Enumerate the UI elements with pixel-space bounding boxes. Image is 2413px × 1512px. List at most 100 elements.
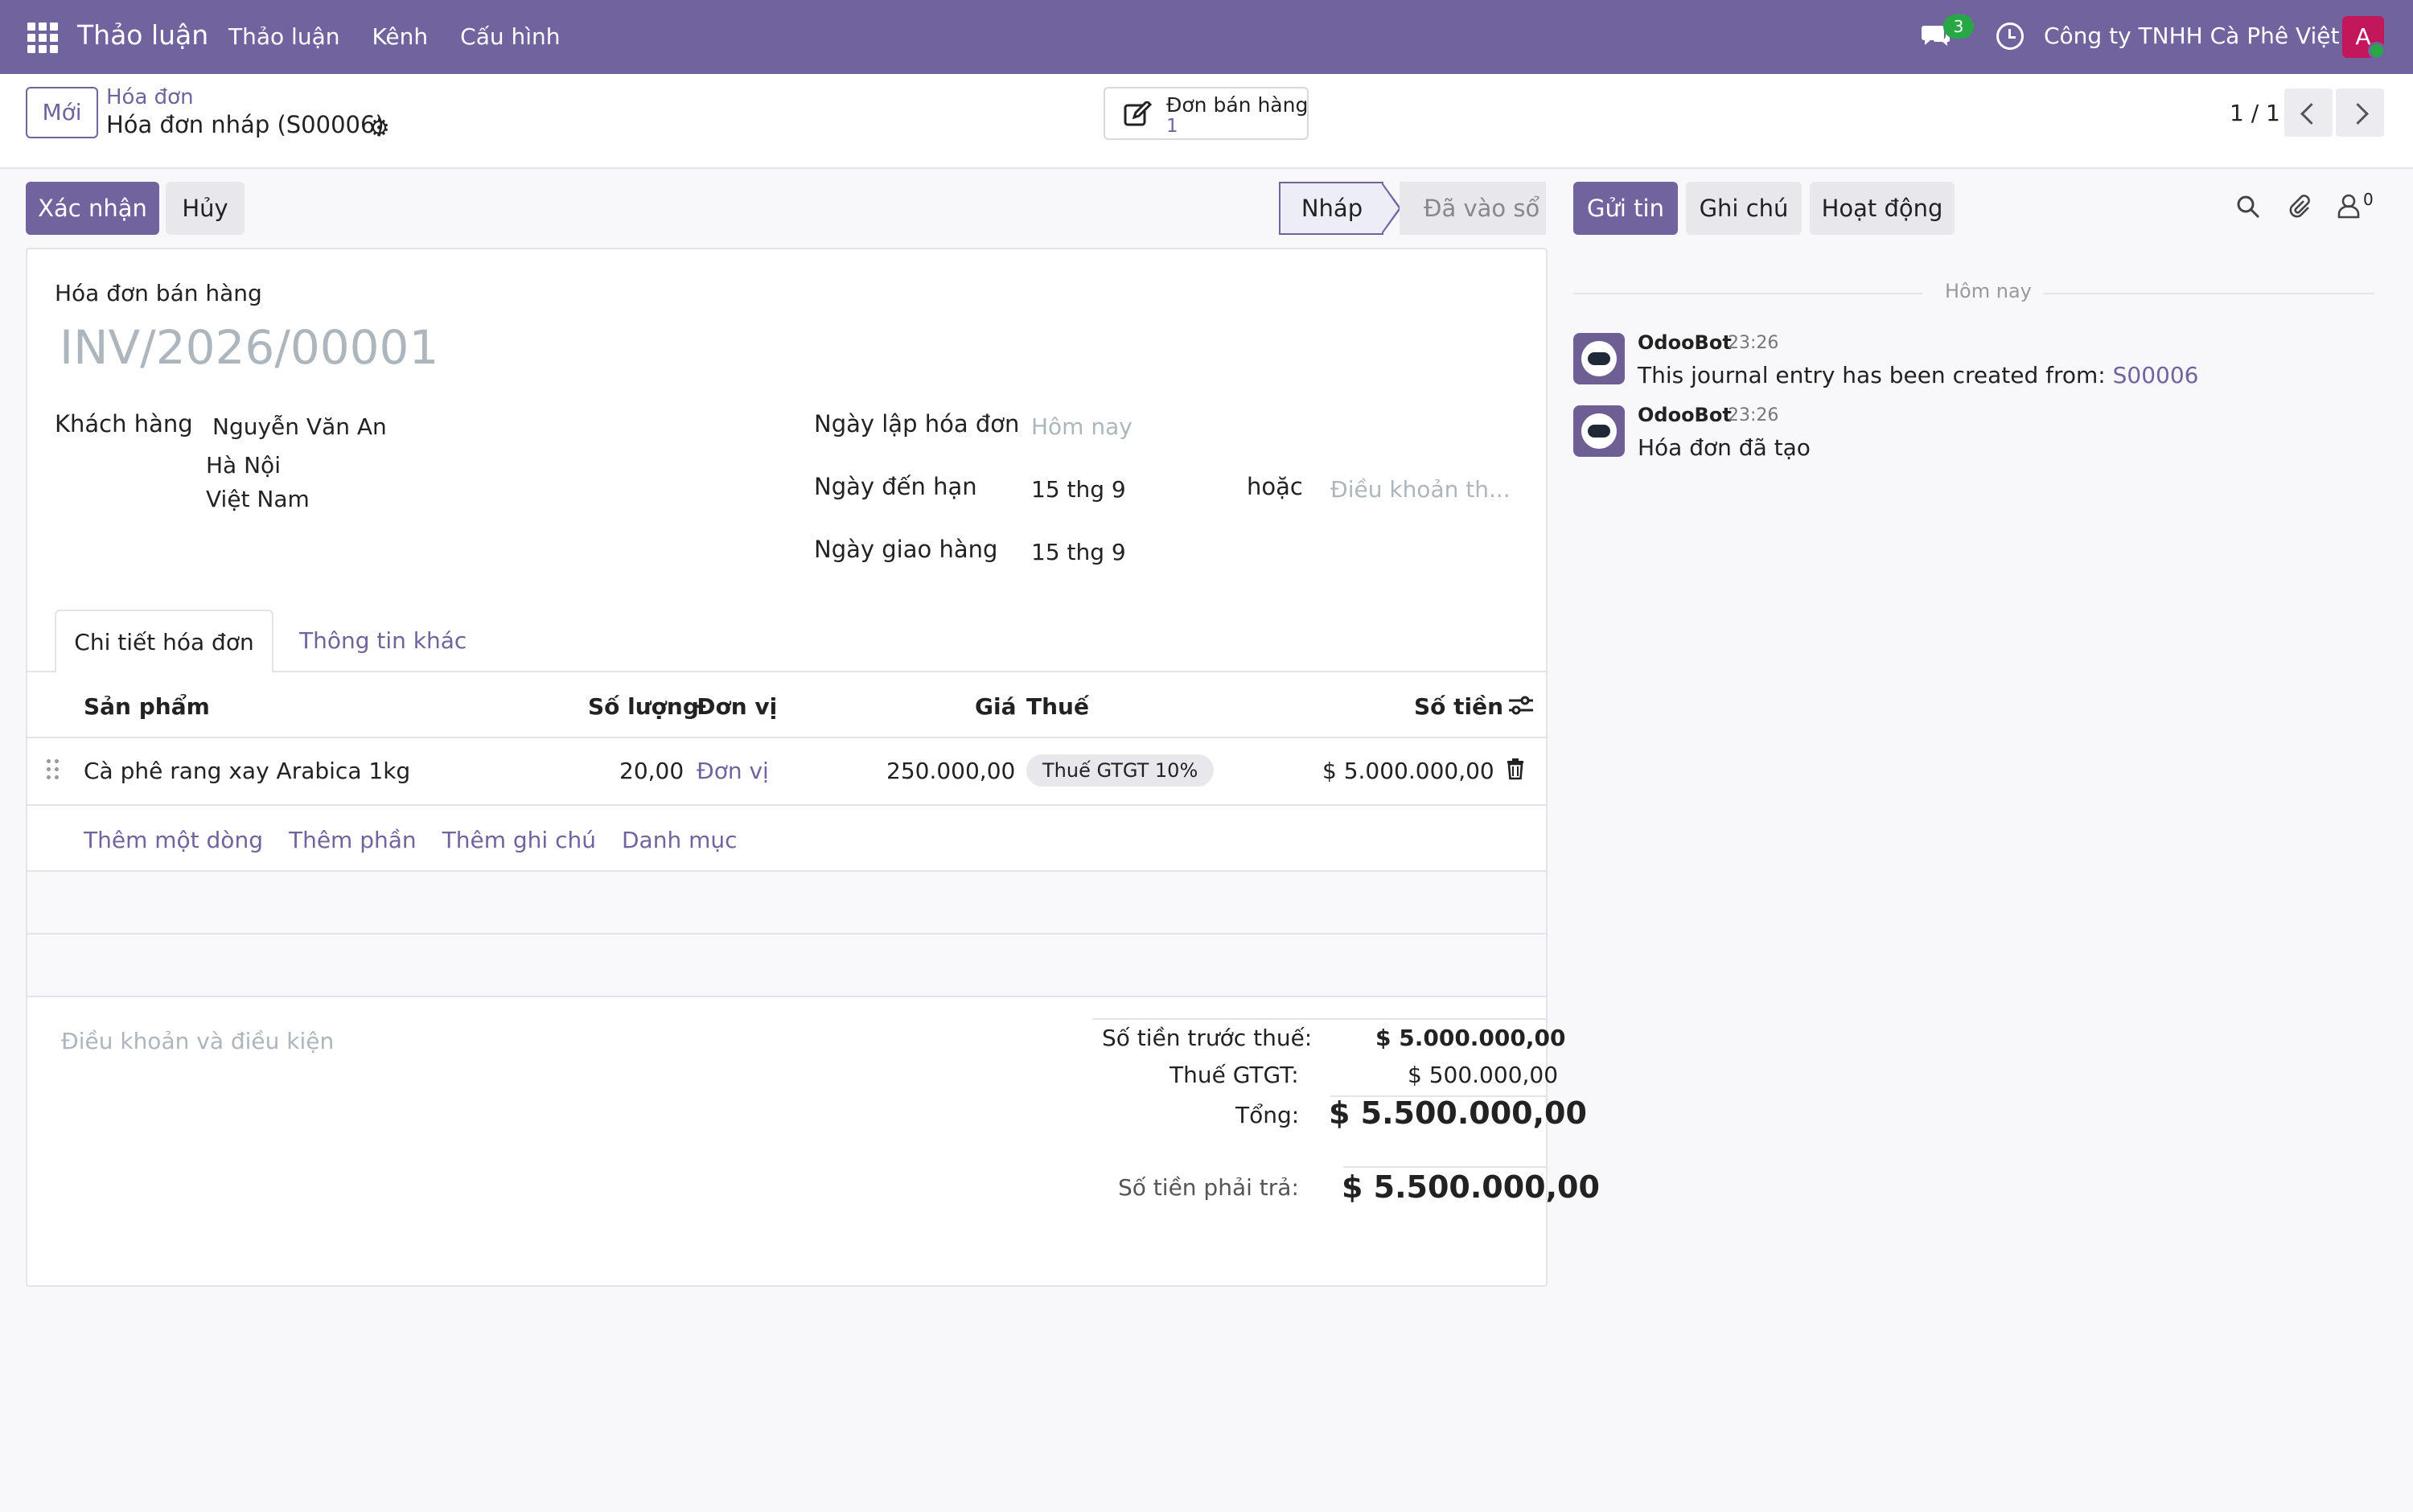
follower-icon[interactable] (2337, 193, 2360, 219)
customer-city: Hà Nội (206, 452, 281, 479)
gear-icon[interactable]: ⚙ (368, 114, 390, 142)
main-menu: Thảo luận Kênh Cấu hình (228, 23, 561, 50)
app-title[interactable]: Thảo luận (77, 19, 208, 51)
trash-icon[interactable] (1506, 758, 1525, 780)
day-separator-label: Hôm nay (1934, 280, 2043, 302)
untaxed-amount-label: Số tiền trước thuế: (1102, 1025, 1313, 1051)
vat-value: $ 500.000,00 (1408, 1062, 1559, 1088)
breadcrumb-parent[interactable]: Hóa đơn (106, 85, 194, 109)
send-message-button[interactable]: Gửi tin (1573, 182, 1678, 235)
edit-icon (1124, 101, 1152, 126)
message-time: 23:26 (1728, 333, 1779, 353)
cancel-button[interactable]: Hủy (166, 182, 245, 235)
total-label: Tổng: (1235, 1102, 1300, 1128)
online-status-icon (2368, 42, 2386, 60)
breadcrumb-current: Hóa đơn nháp (S00006) (106, 111, 384, 138)
delivery-date-label: Ngày giao hàng (814, 536, 998, 563)
odoobot-avatar[interactable] (1573, 333, 1625, 384)
app-menu-icon[interactable] (27, 23, 58, 53)
message-time: 23:26 (1728, 405, 1779, 425)
or-label: hoặc (1247, 473, 1303, 500)
message-body: Hóa đơn đã tạo (1638, 434, 1811, 461)
menu-item-discuss[interactable]: Thảo luận (228, 23, 339, 50)
add-note-link[interactable]: Thêm ghi chú (442, 827, 596, 853)
line-subtotal: $ 5.000.000,00 (1322, 758, 1494, 784)
new-button[interactable]: Mới (26, 87, 98, 138)
tab-invoice-lines[interactable]: Chi tiết hóa đơn (55, 610, 273, 672)
column-header-price[interactable]: Giá (975, 693, 1016, 720)
totals-divider (1092, 1018, 1546, 1020)
row-divider (27, 804, 1546, 806)
add-section-link[interactable]: Thêm phần (289, 827, 417, 853)
document-type: Hóa đơn bán hàng (55, 280, 262, 306)
pager-next-button[interactable] (2336, 88, 2384, 137)
menu-item-channels[interactable]: Kênh (372, 23, 428, 50)
totals-divider (1343, 1166, 1546, 1168)
status-posted[interactable]: Đã vào sổ (1400, 182, 1546, 235)
message-author[interactable]: OdooBot (1638, 404, 1732, 426)
column-header-quantity[interactable]: Số lượng (588, 693, 699, 720)
line-tax-tag[interactable]: Thuế GTGT 10% (1026, 754, 1215, 787)
top-navbar: Thảo luận Thảo luận Kênh Cấu hình 3 Công… (0, 0, 2413, 74)
terms-and-conditions-field[interactable]: Điều khoản và điều kiện (61, 1028, 334, 1054)
day-separator-line (1573, 293, 1922, 294)
drag-handle-icon[interactable] (47, 758, 61, 782)
pager-value[interactable]: 1 / 1 (2230, 100, 2280, 126)
sale-order-smart-button[interactable]: Đơn bán hàng 1 (1104, 87, 1309, 140)
customer-label: Khách hàng (55, 410, 193, 438)
amount-due-label: Số tiền phải trả: (1118, 1174, 1299, 1201)
line-price[interactable]: 250.000,00 (886, 758, 1015, 784)
document-number: INV/2026/00001 (60, 320, 439, 375)
catalog-link[interactable]: Danh mục (622, 827, 738, 853)
column-header-taxes[interactable]: Thuế (1026, 693, 1089, 720)
column-header-uom[interactable]: Đơn vị (697, 693, 777, 720)
menu-item-configuration[interactable]: Cấu hình (460, 23, 560, 50)
add-line-link[interactable]: Thêm một dòng (84, 827, 263, 853)
line-product[interactable]: Cà phê rang xay Arabica 1kg (84, 758, 410, 784)
column-settings-icon[interactable] (1507, 693, 1535, 717)
empty-row (27, 872, 1546, 933)
empty-row (27, 935, 1546, 996)
column-header-product[interactable]: Sản phẩm (84, 693, 210, 720)
smart-button-label: Đơn bán hàng (1166, 93, 1309, 117)
invoice-form-sheet: Hóa đơn bán hàng INV/2026/00001 Khách hà… (26, 248, 1600, 1287)
confirm-button[interactable]: Xác nhận (26, 182, 159, 235)
header-divider (27, 737, 1546, 738)
clock-icon[interactable] (1996, 23, 2024, 50)
add-line-links: Thêm một dòng Thêm phần Thêm ghi chú Dan… (84, 827, 738, 853)
vat-label: Thuế GTGT: (1170, 1062, 1299, 1088)
due-date-label: Ngày đến hạn (814, 473, 977, 500)
message-record-link[interactable]: S00006 (2113, 362, 2199, 388)
total-value: $ 5.500.000,00 (1329, 1095, 1587, 1131)
pager-previous-button[interactable] (2284, 88, 2333, 137)
paperclip-icon[interactable] (2286, 193, 2312, 219)
smart-button-count: 1 (1166, 116, 1178, 137)
follower-count: 0 (2363, 190, 2374, 209)
customer-country: Việt Nam (206, 486, 310, 512)
control-panel: Mới Hóa đơn Hóa đơn nháp (S00006) ⚙ Đơn … (0, 74, 2413, 169)
message-author[interactable]: OdooBot (1638, 331, 1732, 354)
due-date-field[interactable]: 15 thg 9 (1031, 476, 1126, 503)
invoice-date-label: Ngày lập hóa đơn (814, 410, 1020, 438)
day-separator-line (2027, 293, 2374, 294)
chat-count-badge: 3 (1943, 14, 1974, 39)
log-note-button[interactable]: Ghi chú (1686, 182, 1802, 235)
message-text: This journal entry has been created from… (1638, 362, 2113, 388)
line-uom[interactable]: Đơn vị (697, 758, 769, 784)
activity-button[interactable]: Hoạt động (1810, 182, 1955, 235)
tab-other-info[interactable]: Thông tin khác (299, 627, 467, 654)
status-draft[interactable]: Nháp (1279, 182, 1383, 235)
odoobot-avatar[interactable] (1573, 405, 1625, 457)
search-icon[interactable] (2236, 195, 2260, 219)
delivery-date-field[interactable]: 15 thg 9 (1031, 539, 1126, 565)
message-body: This journal entry has been created from… (1638, 362, 2198, 388)
payment-terms-field[interactable]: Điều khoản th... (1330, 476, 1511, 503)
status-arrow-icon (1381, 182, 1401, 235)
untaxed-amount-value: $ 5.000.000,00 (1375, 1025, 1566, 1051)
row-divider (27, 996, 1546, 997)
invoice-date-field[interactable]: Hôm nay (1031, 413, 1133, 440)
column-header-subtotal[interactable]: Số tiền (1414, 693, 1503, 720)
customer-field[interactable]: Nguyễn Văn An (212, 413, 387, 440)
line-quantity[interactable]: 20,00 (619, 758, 684, 784)
company-switcher[interactable]: Công ty TNHH Cà Phê Việt (2044, 23, 2340, 49)
